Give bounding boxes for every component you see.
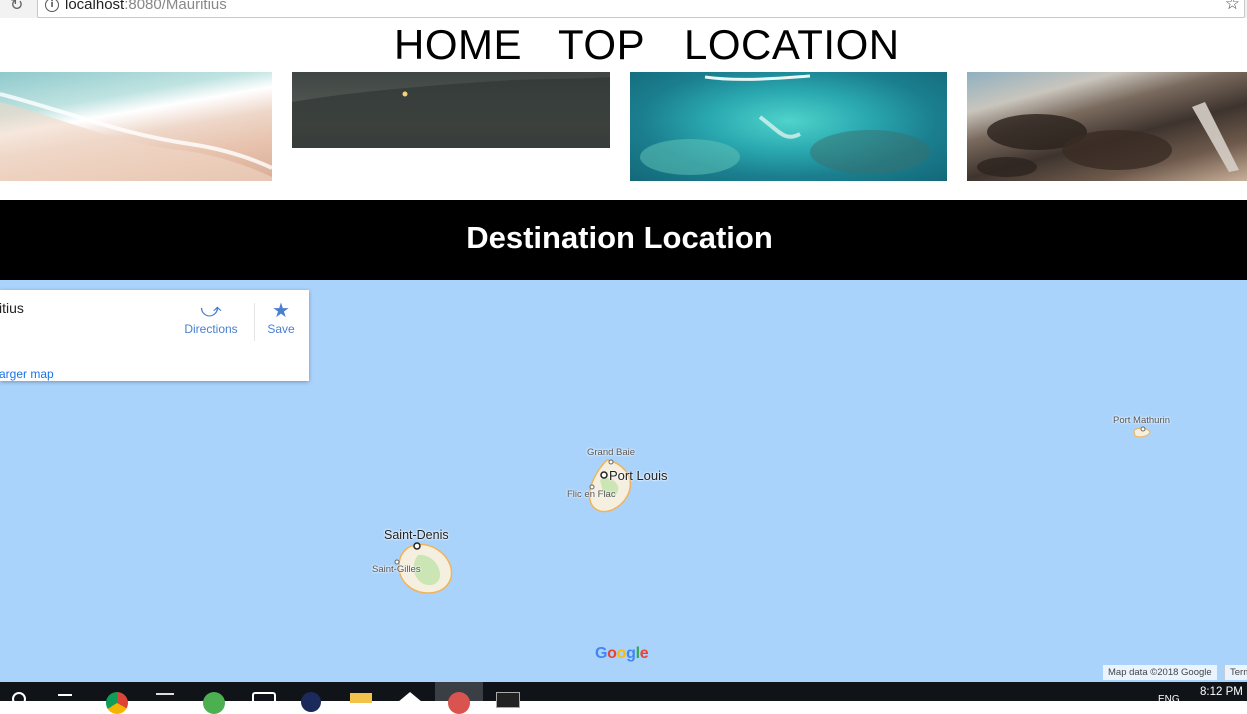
chrome-app-icon[interactable]	[106, 692, 128, 714]
info-icon[interactable]: i	[45, 0, 59, 12]
url-host: localhost	[65, 0, 125, 13]
map-label-grand-baie: Grand Baie	[587, 447, 636, 458]
directions-icon: ⤻	[200, 298, 222, 322]
terminal-icon[interactable]	[496, 692, 520, 708]
hill-night-photo	[292, 72, 610, 148]
taskbar-clock[interactable]: 8:12 PM	[1200, 686, 1243, 698]
map-label-saint-denis: Saint-Denis	[384, 528, 449, 542]
view-larger-map-link[interactable]: arger map	[0, 367, 54, 381]
place-name: itius	[0, 300, 24, 316]
url-field[interactable]: i localhost:8080/Mauritius ☆	[37, 0, 1245, 18]
search-icon[interactable]	[12, 692, 26, 706]
destination-banner: Destination Location	[0, 200, 1247, 280]
epic-games-icon[interactable]	[156, 693, 174, 703]
top-navigation: HOME TOP LOCATION	[0, 18, 1247, 72]
map-label-port-louis: Port Louis	[609, 468, 668, 483]
destination-title: Destination Location	[466, 220, 773, 255]
nav-location-link[interactable]: LOCATION	[684, 21, 900, 69]
store-icon[interactable]	[252, 692, 276, 710]
language-indicator[interactable]: ENG	[1158, 694, 1180, 705]
map-label-port-mathurin: Port Mathurin	[1113, 415, 1171, 426]
card-divider	[254, 303, 255, 341]
dark-app-icon[interactable]	[301, 692, 321, 712]
map-attribution: Map data ©2018 Google	[1103, 665, 1217, 680]
rocky-shore-photo	[967, 72, 1247, 181]
green-app-icon[interactable]	[203, 692, 225, 714]
browser-address-bar: ↻ i localhost:8080/Mauritius ☆	[0, 0, 1247, 19]
nav-top-link[interactable]: TOP	[558, 21, 645, 69]
nav-home-link[interactable]: HOME	[394, 21, 522, 69]
windows-taskbar: ENG 8:12 PM	[0, 682, 1247, 714]
save-button[interactable]: ★ Save	[262, 298, 300, 336]
save-label: Save	[267, 322, 295, 336]
directions-button[interactable]: ⤻ Directions	[183, 298, 239, 336]
map-label-saint-gilles: Saint-Gilles	[372, 564, 421, 575]
file-explorer-icon[interactable]	[350, 693, 372, 703]
embedded-map[interactable]: Grand Baie Port Louis Flic en Flac Saint…	[0, 280, 1247, 682]
lagoon-aerial-photo	[630, 72, 947, 181]
task-view-icon[interactable]	[58, 694, 72, 703]
url-text: localhost:8080/Mauritius	[65, 0, 227, 13]
browser-app-icon[interactable]	[448, 692, 470, 714]
map-label-flic-en-flac: Flic en Flac	[567, 489, 616, 500]
google-logo[interactable]: Google	[595, 645, 649, 663]
beach-photo	[0, 72, 272, 181]
bookmark-star-icon[interactable]: ☆	[1225, 0, 1240, 14]
directions-label: Directions	[184, 322, 238, 336]
url-path: :8080/Mauritius	[124, 0, 227, 13]
reload-icon[interactable]: ↻	[10, 0, 23, 14]
star-icon: ★	[272, 298, 290, 322]
map-terms-link[interactable]: Term	[1224, 665, 1247, 680]
map-place-card: itius ⤻ Directions ★ Save arger map	[0, 290, 309, 381]
